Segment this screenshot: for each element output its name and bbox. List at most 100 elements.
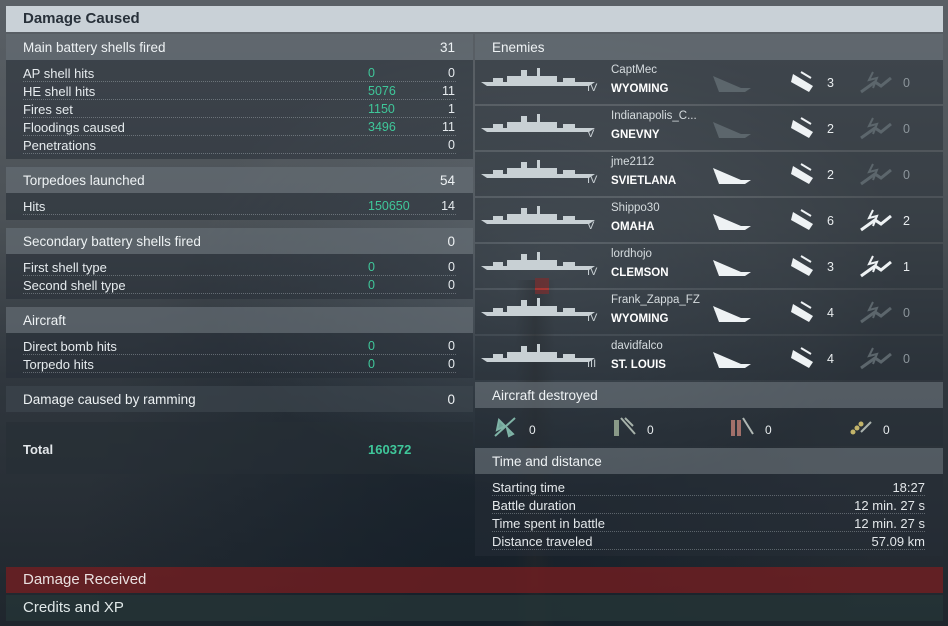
- damage-caused-header[interactable]: Damage Caused: [6, 6, 943, 32]
- row-label: Hits: [23, 199, 46, 214]
- first-shell-row: First shell type 0 0: [23, 258, 456, 276]
- hit-count: 4: [827, 352, 834, 366]
- row-count: 0: [448, 260, 455, 274]
- row-count: 0: [448, 278, 455, 292]
- secondary-header: Secondary battery shells fired 0: [6, 228, 473, 254]
- torpedoes-header: Torpedoes launched 54: [6, 167, 473, 193]
- ship-silhouette-icon: [479, 158, 597, 180]
- penetrations-row: Penetrations 0: [23, 136, 456, 154]
- hit-count: 4: [827, 306, 834, 320]
- aircraft-destroyed-header: Aircraft destroyed: [475, 382, 943, 408]
- player-name: Frank_Zappa_FZ: [611, 294, 700, 306]
- row-damage: 3496: [368, 120, 396, 134]
- aircraft-header: Aircraft: [6, 307, 473, 333]
- row-label: Fires set: [23, 102, 73, 117]
- he-shell-row: HE shell hits 5076 11: [23, 82, 456, 100]
- time-in-battle-row: Time spent in battle 12 min. 27 s: [492, 514, 925, 532]
- player-name: lordhojo: [611, 248, 652, 260]
- row-label: Starting time: [492, 480, 565, 495]
- hit-count: 3: [827, 260, 834, 274]
- row-label: First shell type: [23, 260, 107, 275]
- kill-icon: [859, 254, 893, 280]
- enemy-row: V Indianapolis_C... GNEVNY 2 0: [475, 106, 943, 150]
- enemy-row: IV lordhojo CLEMSON 3 1: [475, 244, 943, 288]
- row-damage: 0: [368, 278, 375, 292]
- hit-icon: [789, 300, 819, 326]
- row-count: 0: [448, 66, 455, 80]
- secondary-body: First shell type 0 0 Second shell type 0…: [6, 254, 473, 299]
- row-value: 12 min. 27 s: [854, 498, 925, 513]
- dive-bomber-item: 0: [729, 416, 772, 443]
- hit-count: 2: [827, 122, 834, 136]
- scout-plane-count: 0: [883, 423, 890, 437]
- floodings-row: Floodings caused 3496 11: [23, 118, 456, 136]
- row-value: 57.09 km: [871, 534, 925, 549]
- second-shell-row: Second shell type 0 0: [23, 276, 456, 294]
- hit-icon: [789, 162, 819, 188]
- damage-received-tab[interactable]: Damage Received: [6, 567, 943, 593]
- main-battery-fired: 31: [439, 40, 455, 55]
- player-name: Shippo30: [611, 202, 660, 214]
- ramming-title: Damage caused by ramming: [23, 392, 196, 407]
- ship-silhouette-icon: [479, 342, 597, 364]
- row-label: Direct bomb hits: [23, 339, 117, 354]
- kill-icon: [859, 162, 893, 188]
- row-label: Distance traveled: [492, 534, 593, 549]
- torpedo-bomber-icon: [614, 417, 636, 436]
- dive-bomber-count: 0: [765, 423, 772, 437]
- secondary-fired: 0: [447, 234, 455, 249]
- aircraft-destroyed-row: 0 0 0 0: [475, 408, 943, 446]
- damage-received-label: Damage Received: [23, 571, 147, 588]
- kill-icon: [859, 70, 893, 96]
- scout-plane-icon: [850, 421, 872, 435]
- kill-count: 0: [903, 76, 910, 90]
- scout-plane-item: 0: [847, 416, 890, 443]
- sinking-ship-icon: [711, 254, 753, 280]
- sinking-ship-icon: [711, 70, 753, 96]
- aircraft-torpedo-hits-row: Torpedo hits 0 0: [23, 355, 456, 373]
- player-name: jme2112: [611, 156, 655, 168]
- sinking-ship-icon: [711, 208, 753, 234]
- row-label: Second shell type: [23, 278, 126, 293]
- starting-time-row: Starting time 18:27: [492, 478, 925, 496]
- fighter-icon: [494, 417, 516, 438]
- row-damage: 150650: [368, 199, 410, 213]
- torpedoes-body: Hits 150650 14: [6, 193, 473, 220]
- dive-bomber-icon: [731, 417, 754, 436]
- hit-count: 6: [827, 214, 834, 228]
- time-distance-title: Time and distance: [492, 454, 602, 469]
- ship-tier: IV: [587, 82, 598, 94]
- sinking-ship-icon: [711, 300, 753, 326]
- aircraft-title: Aircraft: [23, 313, 66, 328]
- distance-row: Distance traveled 57.09 km: [492, 532, 925, 550]
- credits-xp-tab[interactable]: Credits and XP: [6, 595, 943, 621]
- row-value: 12 min. 27 s: [854, 516, 925, 531]
- hit-icon: [789, 116, 819, 142]
- row-count: 0: [448, 357, 455, 371]
- row-damage: 0: [368, 260, 375, 274]
- sinking-ship-icon: [711, 346, 753, 372]
- aircraft-destroyed-title: Aircraft destroyed: [492, 388, 598, 403]
- ship-tier: IV: [587, 174, 598, 186]
- ship-silhouette-icon: [479, 66, 597, 88]
- row-damage: 5076: [368, 84, 396, 98]
- enemies-title: Enemies: [492, 40, 545, 55]
- ship-tier: III: [587, 358, 597, 370]
- torpedoes-launched: 54: [439, 173, 455, 188]
- ship-name: SVIETLANA: [611, 175, 677, 187]
- torpedo-hits-row: Hits 150650 14: [23, 197, 456, 215]
- total-label: Total: [23, 442, 54, 457]
- row-damage: 0: [368, 357, 375, 371]
- enemy-list: IV CaptMec WYOMING 3 0 V Indianapolis_C... GNEV…: [475, 60, 943, 380]
- total-damage: 160372: [368, 442, 412, 457]
- row-label: AP shell hits: [23, 66, 95, 81]
- ramming-value: 0: [447, 392, 455, 407]
- ship-name: OMAHA: [611, 221, 655, 233]
- main-battery-title: Main battery shells fired: [23, 40, 166, 55]
- ship-tier: IV: [587, 312, 598, 324]
- fighter-item: 0: [493, 416, 536, 441]
- enemy-row: III davidfalco ST. LOUIS 4 0: [475, 336, 943, 380]
- ship-tier: V: [587, 220, 595, 232]
- hit-count: 2: [827, 168, 834, 182]
- kill-count: 1: [903, 260, 910, 274]
